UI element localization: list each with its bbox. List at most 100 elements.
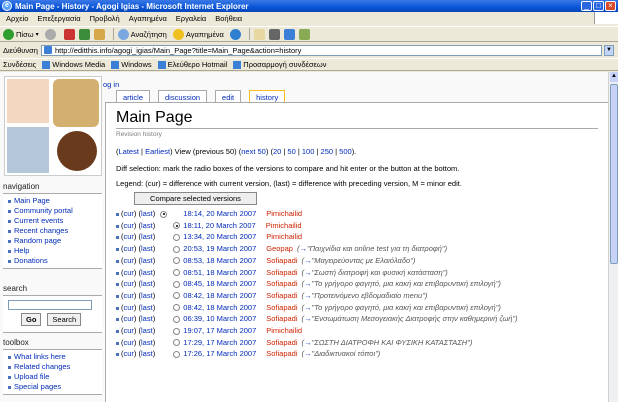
diff-radio-new[interactable]	[173, 327, 181, 335]
toolbox-special-pages[interactable]: Special pages	[8, 382, 102, 392]
page-size-link[interactable]: 250	[321, 147, 334, 156]
revision-date[interactable]: 18:14, 20 March 2007	[183, 209, 256, 218]
cur-link[interactable]: cur	[124, 221, 134, 230]
revision-user[interactable]: Sofiapadi	[266, 268, 297, 277]
section-arrow-icon[interactable]: →	[304, 291, 312, 300]
revision-user[interactable]: Sofiapadi	[266, 338, 297, 347]
revision-user[interactable]: Pimichailid	[266, 221, 302, 230]
menu-help[interactable]: Βοήθεια	[215, 14, 242, 23]
last-link[interactable]: last	[141, 256, 153, 265]
diff-radio-new[interactable]	[173, 292, 181, 300]
section-arrow-icon[interactable]: →	[304, 303, 312, 312]
last-link[interactable]: last	[141, 326, 153, 335]
diff-radio-new[interactable]	[173, 315, 181, 323]
next-link[interactable]: next 50	[241, 147, 266, 156]
link-windows-media[interactable]: Windows Media	[42, 60, 105, 69]
diff-radio-new[interactable]	[173, 245, 181, 253]
toolbox-upload-file[interactable]: Upload file	[8, 372, 102, 382]
print-icon[interactable]	[268, 28, 280, 40]
link-customize[interactable]: Προσαρμογή συνδέσεων	[233, 60, 326, 69]
scrollbar-thumb[interactable]	[610, 84, 618, 264]
compare-versions-button[interactable]: Compare selected versions	[134, 192, 257, 205]
cur-link[interactable]: cur	[124, 244, 134, 253]
last-link[interactable]: last	[141, 244, 153, 253]
scroll-up-icon[interactable]: ▲	[610, 72, 618, 82]
diff-radio-old[interactable]	[160, 210, 168, 218]
revision-date[interactable]: 08:42, 18 March 2007	[183, 303, 256, 312]
last-link[interactable]: last	[141, 349, 153, 358]
refresh-icon[interactable]	[78, 28, 90, 40]
revision-date[interactable]: 17:29, 17 March 2007	[183, 338, 256, 347]
section-arrow-icon[interactable]: →	[304, 279, 312, 288]
last-link[interactable]: last	[141, 209, 153, 218]
diff-radio-new[interactable]	[173, 339, 181, 347]
nav-current-events[interactable]: Current events	[8, 216, 102, 226]
go-button[interactable]: Go	[21, 313, 42, 326]
nav-random-page[interactable]: Random page	[8, 236, 102, 246]
revision-date[interactable]: 20:53, 19 March 2007	[183, 244, 256, 253]
revision-user[interactable]: Sofiapadi	[266, 279, 297, 288]
menu-tools[interactable]: Εργαλεία	[176, 14, 206, 23]
cur-link[interactable]: cur	[124, 268, 134, 277]
cur-link[interactable]: cur	[124, 209, 134, 218]
revision-user[interactable]: Sofiapadi	[266, 291, 297, 300]
last-link[interactable]: last	[141, 221, 153, 230]
last-link[interactable]: last	[141, 338, 153, 347]
cur-link[interactable]: cur	[124, 326, 134, 335]
address-dropdown-icon[interactable]: ▼	[604, 44, 614, 56]
maximize-icon[interactable]: □	[593, 1, 604, 11]
last-link[interactable]: last	[141, 279, 153, 288]
cur-link[interactable]: cur	[124, 232, 134, 241]
cur-link[interactable]: cur	[124, 279, 134, 288]
nav-main-page[interactable]: Main Page	[8, 196, 102, 206]
nav-community-portal[interactable]: Community portal	[8, 206, 102, 216]
latest-link[interactable]: Latest	[119, 147, 139, 156]
cur-link[interactable]: cur	[124, 303, 134, 312]
last-link[interactable]: last	[141, 303, 153, 312]
menu-favorites[interactable]: Αγαπημένα	[129, 14, 167, 23]
diff-radio-new[interactable]	[173, 257, 181, 265]
revision-user[interactable]: Sofiapadi	[266, 349, 297, 358]
revision-date[interactable]: 08:53, 18 March 2007	[183, 256, 256, 265]
page-size-link[interactable]: 500	[339, 147, 352, 156]
toolbox-what-links-here[interactable]: What links here	[8, 352, 102, 362]
site-logo[interactable]	[4, 76, 102, 176]
vertical-scrollbar[interactable]: ▲	[608, 72, 618, 402]
menu-file[interactable]: Αρχείο	[6, 14, 28, 23]
back-button[interactable]: Πίσω ▾	[3, 28, 39, 40]
page-size-link[interactable]: 20	[273, 147, 281, 156]
toolbox-related-changes[interactable]: Related changes	[8, 362, 102, 372]
section-arrow-icon[interactable]: →	[304, 349, 312, 358]
link-hotmail[interactable]: Ελεύθερο Hotmail	[157, 60, 227, 69]
section-arrow-icon[interactable]: →	[304, 314, 312, 323]
messenger-icon[interactable]	[298, 28, 310, 40]
menu-view[interactable]: Προβολή	[90, 14, 120, 23]
cur-link[interactable]: cur	[124, 349, 134, 358]
section-arrow-icon[interactable]: →	[299, 244, 307, 253]
last-link[interactable]: last	[141, 232, 153, 241]
menu-edit[interactable]: Επεξεργασία	[37, 14, 80, 23]
diff-radio-new[interactable]	[173, 233, 181, 241]
home-icon[interactable]	[93, 28, 105, 40]
revision-user[interactable]: Geopap	[266, 244, 293, 253]
search-button[interactable]: Αναζήτηση	[117, 28, 167, 40]
earliest-link[interactable]: Earliest	[145, 147, 170, 156]
last-link[interactable]: last	[141, 291, 153, 300]
nav-donations[interactable]: Donations	[8, 256, 102, 266]
mail-icon[interactable]	[253, 28, 265, 40]
last-link[interactable]: last	[141, 268, 153, 277]
diff-radio-new[interactable]	[173, 350, 181, 358]
stop-icon[interactable]	[63, 28, 75, 40]
revision-user[interactable]: Pimichailid	[266, 209, 302, 218]
minimize-icon[interactable]: _	[581, 1, 592, 11]
revision-user[interactable]: Pimichailid	[266, 232, 302, 241]
section-arrow-icon[interactable]: →	[304, 268, 312, 277]
revision-user[interactable]: Sofiapadi	[266, 314, 297, 323]
revision-date[interactable]: 08:45, 18 March 2007	[183, 279, 256, 288]
close-icon[interactable]: ×	[605, 1, 616, 11]
revision-date[interactable]: 17:26, 17 March 2007	[183, 349, 256, 358]
login-link[interactable]: og in	[103, 80, 119, 89]
revision-date[interactable]: 18:11, 20 March 2007	[183, 221, 255, 230]
address-input[interactable]: http://editthis.info/agogi_igias/Main_Pa…	[40, 44, 602, 56]
search-button[interactable]: Search	[47, 313, 82, 326]
